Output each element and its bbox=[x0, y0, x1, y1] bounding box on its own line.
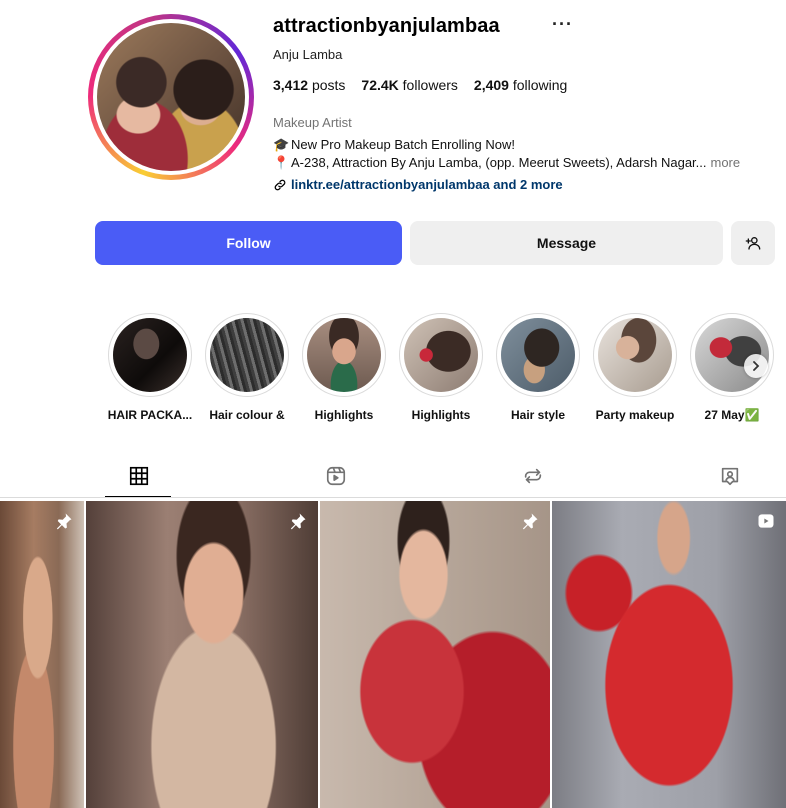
tab-posts[interactable] bbox=[127, 464, 151, 488]
story-highlights: HAIR PACKA... Hair colour & Highlights H… bbox=[108, 313, 786, 433]
tab-reels[interactable] bbox=[324, 464, 348, 488]
highlight-item[interactable]: Hair colour & bbox=[205, 313, 289, 422]
tabs-divider bbox=[0, 497, 786, 498]
highlights-next-button[interactable] bbox=[744, 354, 768, 378]
avatar-frame bbox=[93, 19, 249, 175]
highlight-ring bbox=[496, 313, 580, 397]
avatar-photo bbox=[97, 23, 245, 171]
highlight-cover bbox=[501, 318, 575, 392]
highlight-ring bbox=[108, 313, 192, 397]
profile-stats: 3,412 posts 72.4K followers 2,409 follow… bbox=[273, 77, 567, 93]
highlight-cover bbox=[210, 318, 284, 392]
highlight-label: Hair colour & bbox=[209, 408, 285, 422]
pin-icon bbox=[522, 513, 538, 530]
reels-icon bbox=[326, 466, 346, 486]
pin-icon bbox=[56, 513, 72, 530]
graduation-cap-icon: 🎓 bbox=[273, 137, 290, 152]
highlight-item[interactable]: HAIR PACKA... bbox=[108, 313, 192, 422]
highlight-label: 27 May✅ bbox=[704, 408, 760, 422]
post-tile[interactable] bbox=[86, 501, 318, 808]
add-person-icon bbox=[745, 237, 761, 250]
reel-icon bbox=[758, 514, 774, 528]
tab-reposts[interactable] bbox=[521, 464, 545, 488]
highlight-cover bbox=[598, 318, 672, 392]
post-tile[interactable] bbox=[0, 501, 84, 808]
profile-username: attractionbyanjulambaa bbox=[273, 15, 500, 37]
profile-full-name: Anju Lamba bbox=[273, 47, 343, 62]
follow-button[interactable]: Follow bbox=[95, 221, 402, 265]
following-stat[interactable]: 2,409 following bbox=[474, 77, 567, 93]
highlight-label: HAIR PACKA... bbox=[108, 408, 193, 422]
suggest-users-button[interactable] bbox=[731, 221, 775, 265]
bio-text-1: New Pro Makeup Batch Enrolling Now! bbox=[291, 137, 515, 152]
highlight-cover bbox=[404, 318, 478, 392]
bio-line-1: 🎓 New Pro Makeup Batch Enrolling Now! bbox=[273, 137, 515, 153]
bio-text-2: A-238, Attraction By Anju Lamba, (opp. M… bbox=[291, 155, 707, 170]
reposts-icon bbox=[524, 468, 542, 484]
bio-line-2: 📍 A-238, Attraction By Anju Lamba, (opp. … bbox=[273, 155, 740, 171]
highlight-item[interactable]: Party makeup bbox=[593, 313, 677, 422]
posts-label: posts bbox=[311, 77, 346, 93]
following-label: following bbox=[512, 77, 568, 93]
tab-tagged[interactable] bbox=[718, 464, 742, 488]
profile-link-text: linktr.ee/attractionbyanjulambaa and 2 m… bbox=[291, 177, 563, 192]
location-pin-icon: 📍 bbox=[273, 155, 290, 170]
profile-link[interactable]: linktr.ee/attractionbyanjulambaa and 2 m… bbox=[273, 177, 563, 192]
chevron-right-icon bbox=[753, 361, 760, 371]
highlight-label: Hair style bbox=[510, 408, 566, 422]
following-count: 2,409 bbox=[473, 77, 509, 93]
followers-stat[interactable]: 72.4K followers bbox=[361, 77, 458, 93]
profile-avatar[interactable] bbox=[88, 14, 254, 180]
bio-more-link[interactable]: more bbox=[711, 155, 741, 170]
highlight-label: Highlights bbox=[314, 408, 374, 422]
posts-count: 3,412 bbox=[273, 77, 309, 93]
posts-stat: 3,412 posts bbox=[273, 77, 345, 93]
followers-label: followers bbox=[402, 77, 458, 93]
highlight-item[interactable]: Highlights bbox=[302, 313, 386, 422]
highlight-item[interactable]: Hair style bbox=[496, 313, 580, 422]
highlight-ring bbox=[205, 313, 289, 397]
post-tile[interactable] bbox=[552, 501, 786, 808]
highlight-label: Highlights bbox=[411, 408, 471, 422]
highlight-cover bbox=[113, 318, 187, 392]
pin-icon bbox=[290, 513, 306, 530]
highlight-label: Party makeup bbox=[595, 408, 675, 422]
grid-icon bbox=[129, 466, 149, 486]
post-tile[interactable] bbox=[320, 501, 550, 808]
highlight-item[interactable]: Highlights bbox=[399, 313, 483, 422]
profile-category: Makeup Artist bbox=[273, 115, 352, 130]
message-button[interactable]: Message bbox=[410, 221, 723, 265]
highlight-ring bbox=[302, 313, 386, 397]
ellipsis-icon[interactable]: ··· bbox=[552, 14, 573, 35]
highlight-ring bbox=[399, 313, 483, 397]
highlight-cover bbox=[307, 318, 381, 392]
highlight-ring bbox=[593, 313, 677, 397]
tagged-icon bbox=[721, 467, 739, 486]
followers-count: 72.4K bbox=[361, 77, 399, 93]
link-icon bbox=[274, 179, 286, 190]
